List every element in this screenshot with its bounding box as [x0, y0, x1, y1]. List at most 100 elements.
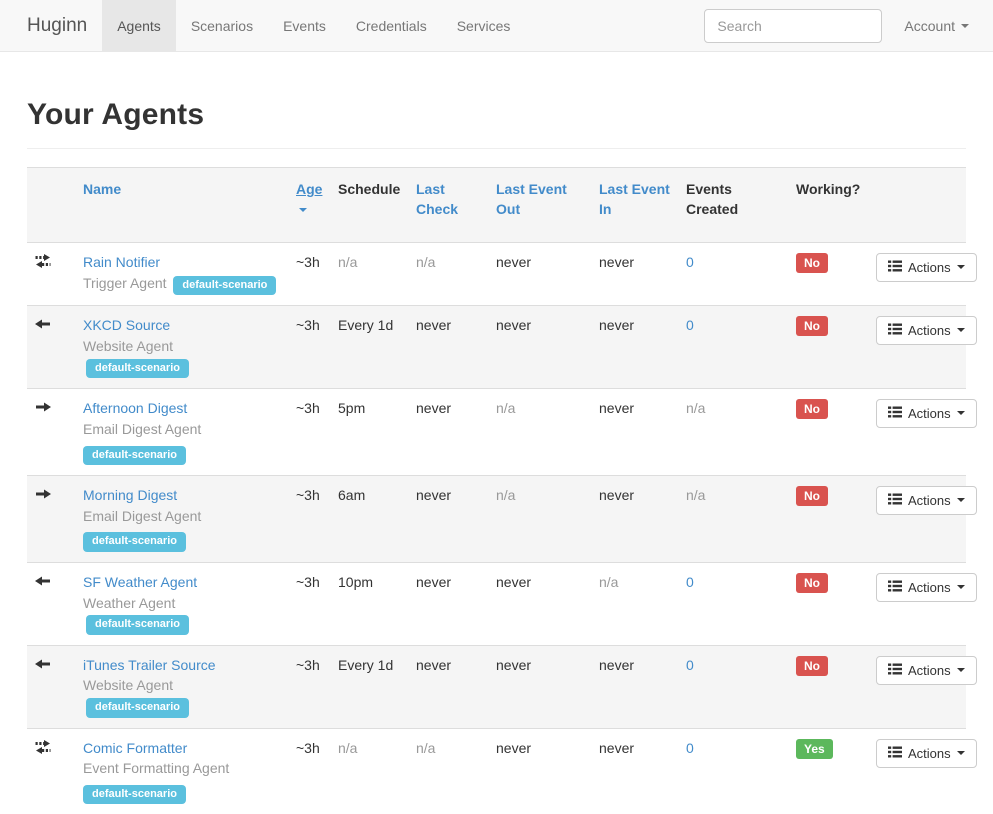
table-row: Rain Notifier Trigger Agent default-scen… [27, 242, 966, 305]
agent-type: Trigger Agent [83, 275, 167, 291]
list-icon [888, 323, 902, 338]
agent-type: Email Digest Agent [83, 508, 201, 524]
last-event-out-cell: n/a [488, 475, 591, 562]
arrow-left-icon [35, 319, 51, 335]
table-row: XKCD Source Website Agent default-scenar… [27, 305, 966, 388]
agents-table: Name Age Schedule Last Check Last Event … [27, 167, 966, 814]
chevron-down-icon [957, 751, 965, 755]
page-title: Your Agents [27, 98, 966, 132]
actions-button[interactable]: Actions [876, 253, 977, 282]
working-badge: No [796, 573, 828, 593]
agent-name-link[interactable]: Afternoon Digest [83, 400, 187, 416]
events-created-cell: n/a [678, 388, 788, 475]
chevron-down-icon [957, 328, 965, 332]
actions-label: Actions [908, 580, 951, 595]
table-header-row: Name Age Schedule Last Check Last Event … [27, 168, 966, 243]
working-badge: No [796, 656, 828, 676]
schedule-cell: 6am [330, 475, 408, 562]
agent-type: Event Formatting Agent [83, 760, 229, 776]
actions-label: Actions [908, 663, 951, 678]
working-badge: No [796, 399, 828, 419]
schedule-cell: n/a [330, 728, 408, 814]
agent-name-link[interactable]: XKCD Source [83, 317, 170, 333]
last-check-cell: never [408, 388, 488, 475]
agent-name-link[interactable]: Morning Digest [83, 487, 177, 503]
list-icon [888, 260, 902, 275]
schedule-cell: 10pm [330, 562, 408, 645]
agent-type: Email Digest Agent [83, 421, 201, 437]
last-event-in-cell: never [591, 728, 678, 814]
nav-item-services[interactable]: Services [442, 0, 526, 51]
search-input[interactable] [704, 9, 882, 43]
account-menu[interactable]: Account [904, 18, 977, 34]
scenario-badge[interactable]: default-scenario [86, 359, 189, 378]
age-cell: ~3h [288, 645, 330, 728]
working-badge: Yes [796, 739, 833, 759]
schedule-cell: Every 1d [330, 305, 408, 388]
actions-label: Actions [908, 406, 951, 421]
events-created-link[interactable]: 0 [686, 574, 694, 590]
last-event-out-cell: never [488, 242, 591, 305]
scenario-badge[interactable]: default-scenario [83, 446, 186, 465]
scenario-badge[interactable]: default-scenario [83, 532, 186, 551]
list-icon [888, 493, 902, 508]
last-event-out-cell: never [488, 562, 591, 645]
header-age[interactable]: Age [296, 181, 322, 197]
header-actions-spacer [868, 168, 966, 243]
agent-name-link[interactable]: Rain Notifier [83, 254, 160, 270]
actions-button[interactable]: Actions [876, 573, 977, 602]
actions-label: Actions [908, 746, 951, 761]
last-check-cell: n/a [408, 728, 488, 814]
brand-link[interactable]: Huginn [12, 0, 102, 51]
working-badge: No [796, 253, 828, 273]
last-event-out-cell: never [488, 728, 591, 814]
last-event-out-cell: never [488, 305, 591, 388]
events-created-link[interactable]: 0 [686, 740, 694, 756]
working-badge: No [796, 316, 828, 336]
working-badge: No [796, 486, 828, 506]
chevron-down-icon [957, 265, 965, 269]
last-event-in-cell: never [591, 645, 678, 728]
arrow-right-icon [35, 402, 51, 418]
header-name[interactable]: Name [83, 181, 121, 197]
header-last-event-in[interactable]: Last Event In [599, 181, 670, 217]
nav-item-credentials[interactable]: Credentials [341, 0, 442, 51]
sort-caret-icon [299, 208, 307, 212]
actions-button[interactable]: Actions [876, 316, 977, 345]
actions-button[interactable]: Actions [876, 739, 977, 768]
chevron-down-icon [961, 24, 969, 28]
last-event-in-cell: never [591, 305, 678, 388]
events-created-link[interactable]: 0 [686, 657, 694, 673]
actions-button[interactable]: Actions [876, 399, 977, 428]
header-last-check[interactable]: Last Check [416, 181, 458, 217]
nav-item-agents[interactable]: Agents [102, 0, 176, 51]
last-event-in-cell: never [591, 475, 678, 562]
nav-item-events[interactable]: Events [268, 0, 341, 51]
arrow-right-icon [35, 489, 51, 505]
agent-name-link[interactable]: iTunes Trailer Source [83, 657, 216, 673]
last-check-cell: never [408, 305, 488, 388]
transfer-icon [35, 256, 51, 272]
header-last-event-out[interactable]: Last Event Out [496, 181, 567, 217]
last-check-cell: never [408, 645, 488, 728]
agent-name-link[interactable]: SF Weather Agent [83, 574, 197, 590]
scenario-badge[interactable]: default-scenario [83, 785, 186, 804]
schedule-cell: n/a [330, 242, 408, 305]
chevron-down-icon [957, 585, 965, 589]
arrow-left-icon [35, 576, 51, 592]
events-created-link[interactable]: 0 [686, 254, 694, 270]
scenario-badge[interactable]: default-scenario [86, 698, 189, 717]
events-created-cell: n/a [678, 475, 788, 562]
agent-name-link[interactable]: Comic Formatter [83, 740, 187, 756]
nav-item-scenarios[interactable]: Scenarios [176, 0, 268, 51]
actions-button[interactable]: Actions [876, 656, 977, 685]
age-cell: ~3h [288, 388, 330, 475]
events-created-link[interactable]: 0 [686, 317, 694, 333]
scenario-badge[interactable]: default-scenario [86, 615, 189, 634]
scenario-badge[interactable]: default-scenario [173, 276, 276, 295]
account-label: Account [904, 18, 955, 34]
header-working: Working? [788, 168, 868, 243]
list-icon [888, 746, 902, 761]
top-navbar: Huginn Agents Scenarios Events Credentia… [0, 0, 993, 52]
actions-button[interactable]: Actions [876, 486, 977, 515]
